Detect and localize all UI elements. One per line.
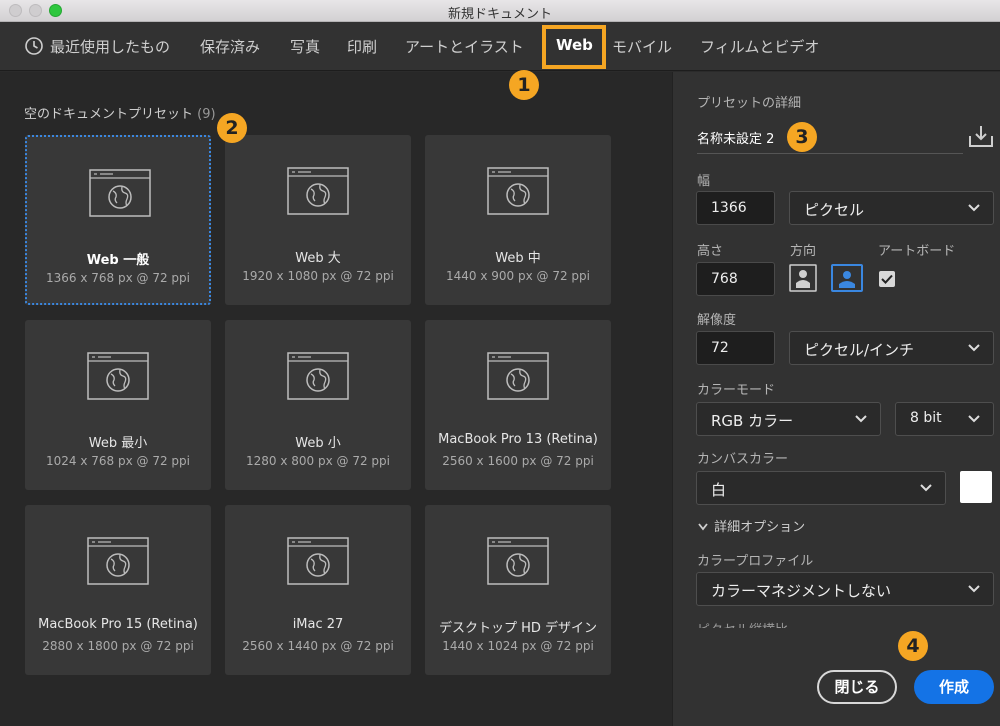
chevron-down-icon [968, 204, 980, 212]
preset-name: Web 一般 [86, 253, 150, 268]
annotation-badge-4: 4 [898, 631, 928, 661]
preset-size: 1440 x 1024 px @ 72 ppi [442, 639, 594, 653]
preset-size: 1366 x 768 px @ 72 ppi [46, 271, 190, 285]
preset-name: MacBook Pro 15 (Retina) [38, 617, 198, 632]
bit-depth-value: 8 bit [910, 410, 942, 426]
preset-name: MacBook Pro 13 (Retina) [438, 432, 598, 447]
clock-icon [25, 37, 43, 55]
preset-card-web-large[interactable]: Web 大 1920 x 1080 px @ 72 ppi [225, 135, 411, 305]
web-document-icon [487, 167, 549, 215]
canvas-color-label: カンバスカラー [697, 452, 789, 467]
chevron-down-icon [920, 484, 932, 492]
preset-name: Web 中 [495, 251, 541, 266]
preset-card-imac-27[interactable]: iMac 27 2560 x 1440 px @ 72 ppi [225, 505, 411, 675]
chevron-down-icon [968, 585, 980, 593]
annotation-badge-2: 2 [217, 113, 247, 143]
resolution-label: 解像度 [697, 313, 737, 328]
height-label: 高さ [697, 244, 724, 259]
color-profile-label: カラープロファイル [697, 554, 814, 569]
web-document-icon [287, 352, 349, 400]
document-name-underline [697, 153, 963, 154]
create-button[interactable]: 作成 [914, 670, 994, 704]
width-unit-select[interactable]: ピクセル [789, 191, 994, 225]
web-document-icon [287, 167, 349, 215]
preset-name: iMac 27 [292, 617, 344, 632]
preset-card-web-small[interactable]: Web 小 1280 x 800 px @ 72 ppi [225, 320, 411, 490]
color-profile-select[interactable]: カラーマネジメントしない [696, 572, 994, 606]
tab-art-illustration[interactable]: アートとイラスト [405, 36, 524, 57]
window-titlebar: 新規ドキュメント [0, 0, 1000, 22]
preset-name: Web 最小 [88, 436, 148, 451]
bit-depth-select[interactable]: 8 bit [895, 402, 994, 436]
preset-size: 1280 x 800 px @ 72 ppi [246, 454, 390, 468]
color-profile-value: カラーマネジメントしない [711, 582, 892, 600]
color-mode-value: RGB カラー [711, 412, 794, 430]
tab-film-video[interactable]: フィルムとビデオ [700, 36, 819, 57]
web-document-icon [487, 352, 549, 400]
chevron-down-icon [968, 415, 980, 423]
chevron-down-icon [968, 344, 980, 352]
annotation-badge-1: 1 [509, 70, 539, 100]
orientation-label: 方向 [790, 244, 817, 259]
width-label: 幅 [697, 174, 711, 189]
preset-card-web-general[interactable]: Web 一般 1366 x 768 px @ 72 ppi [25, 135, 211, 305]
preset-card-web-minimum[interactable]: Web 最小 1024 x 768 px @ 72 ppi [25, 320, 211, 490]
color-mode-label: カラーモード [697, 383, 776, 398]
tab-recent[interactable]: 最近使用したもの [50, 36, 170, 57]
web-document-icon [487, 537, 549, 585]
preset-name: デスクトップ HD デザイン [438, 621, 598, 636]
resolution-input[interactable]: 72 [696, 331, 775, 365]
tab-mobile[interactable]: モバイル [612, 36, 672, 57]
presets-title: 空のドキュメントプリセット [24, 107, 194, 122]
tab-saved[interactable]: 保存済み [200, 36, 260, 57]
presets-section-title: 空のドキュメントプリセット (9) [24, 103, 216, 122]
document-name-field[interactable]: 名称未設定 2 [697, 128, 774, 147]
color-mode-select[interactable]: RGB カラー [696, 402, 881, 436]
details-title: プリセットの詳細 [697, 96, 802, 111]
category-tabs: 最近使用したもの 保存済み 写真 印刷 アートとイラスト Web モバイル フィ… [0, 22, 1000, 71]
preset-name: Web 大 [295, 251, 341, 266]
artboard-checkbox[interactable] [879, 271, 895, 287]
advanced-options-label: 詳細オプション [714, 520, 806, 535]
canvas-color-value: 白 [711, 481, 727, 499]
checkmark-icon [881, 274, 893, 284]
artboard-label: アートボード [878, 244, 956, 259]
chevron-down-icon [698, 522, 708, 530]
save-preset-icon[interactable] [968, 124, 994, 148]
resolution-unit-value: ピクセル/インチ [804, 341, 915, 359]
portrait-orientation-icon[interactable] [789, 264, 817, 292]
advanced-options-toggle[interactable]: 詳細オプション [697, 516, 805, 535]
height-input[interactable]: 768 [696, 262, 775, 296]
preset-size: 1920 x 1080 px @ 72 ppi [242, 269, 394, 283]
tab-print[interactable]: 印刷 [347, 36, 377, 57]
preset-size: 1024 x 768 px @ 72 ppi [46, 454, 190, 468]
preset-size: 2880 x 1800 px @ 72 ppi [42, 639, 194, 653]
resolution-unit-select[interactable]: ピクセル/インチ [789, 331, 994, 365]
preset-name: Web 小 [295, 436, 341, 451]
annotation-badge-3: 3 [787, 122, 817, 152]
web-document-icon [87, 352, 149, 400]
landscape-orientation-icon[interactable] [831, 264, 863, 292]
preset-card-web-medium[interactable]: Web 中 1440 x 900 px @ 72 ppi [425, 135, 611, 305]
preset-card-macbook-pro-13[interactable]: MacBook Pro 13 (Retina) 2560 x 1600 px @ … [425, 320, 611, 490]
pixel-aspect-label: ピクセル縦横比 [697, 619, 788, 628]
web-document-icon [87, 537, 149, 585]
preset-size: 2560 x 1600 px @ 72 ppi [442, 454, 594, 468]
web-document-icon [89, 169, 151, 217]
canvas-color-select[interactable]: 白 [696, 471, 946, 505]
width-input[interactable]: 1366 [696, 191, 775, 225]
tab-photo[interactable]: 写真 [290, 36, 320, 57]
presets-count: (9) [197, 107, 216, 122]
web-document-icon [287, 537, 349, 585]
preset-size: 1440 x 900 px @ 72 ppi [446, 269, 590, 283]
canvas-color-swatch[interactable] [960, 471, 992, 503]
close-button[interactable]: 閉じる [817, 670, 897, 704]
preset-card-macbook-pro-15[interactable]: MacBook Pro 15 (Retina) 2880 x 1800 px @ … [25, 505, 211, 675]
tab-highlight-box [542, 25, 606, 69]
preset-size: 2560 x 1440 px @ 72 ppi [242, 639, 394, 653]
chevron-down-icon [855, 415, 867, 423]
window-title: 新規ドキュメント [447, 7, 552, 22]
preset-card-desktop-hd[interactable]: デスクトップ HD デザイン 1440 x 1024 px @ 72 ppi [425, 505, 611, 675]
width-unit-value: ピクセル [804, 201, 865, 219]
